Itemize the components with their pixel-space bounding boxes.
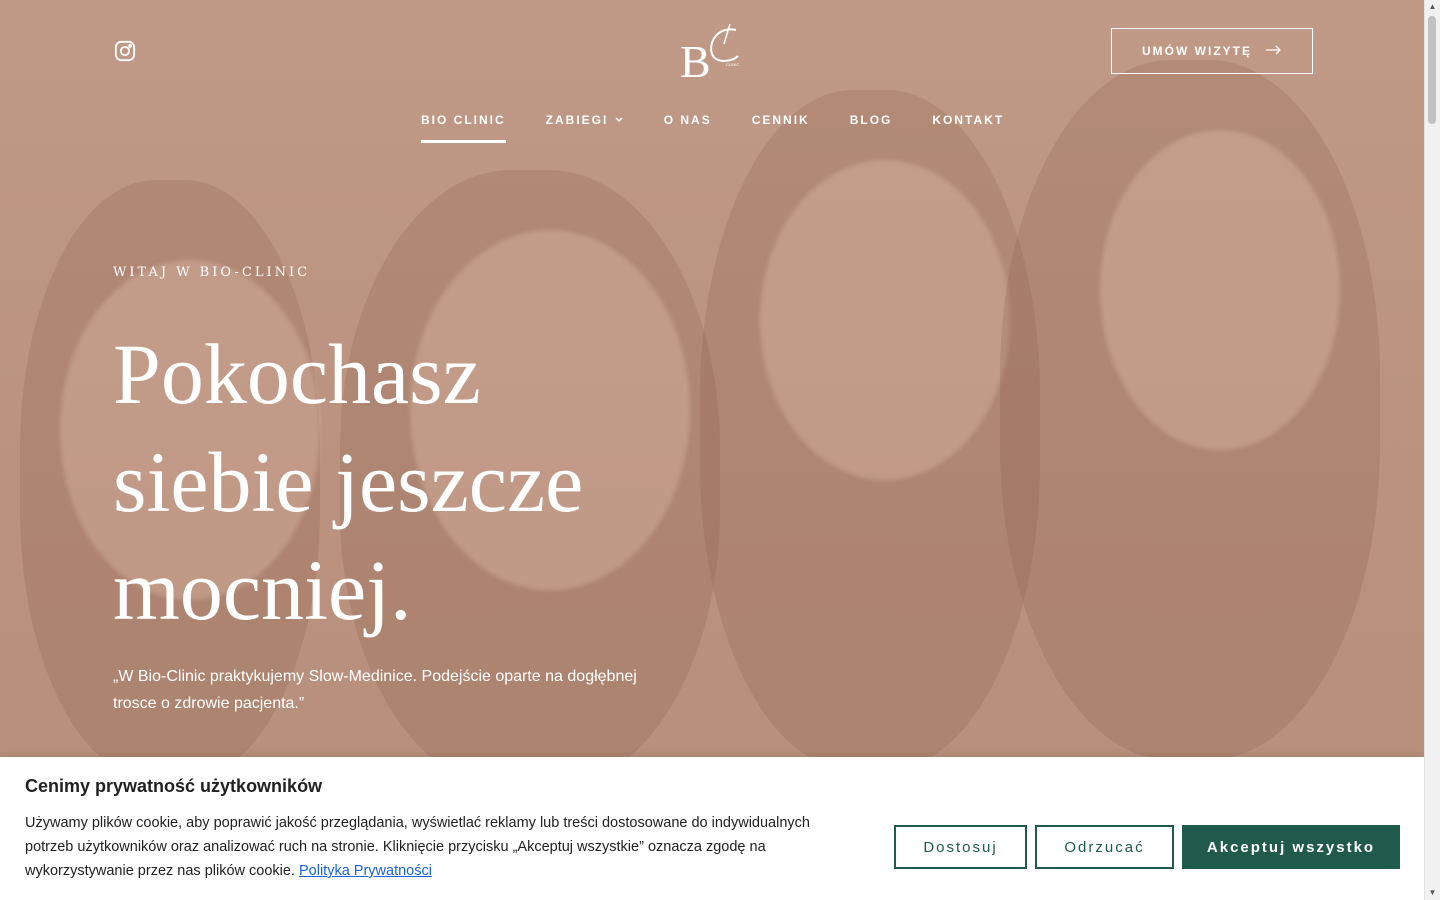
scroll-down-icon[interactable]: ▼	[1425, 886, 1440, 900]
privacy-policy-link[interactable]: Polityka Prywatności	[299, 863, 432, 879]
hero-headline: Pokochasz siebie jeszcze mocniej.	[113, 320, 753, 644]
cookie-text: Używamy plików cookie, aby poprawić jako…	[25, 811, 865, 883]
arrow-right-icon	[1265, 44, 1282, 58]
scroll-up-icon[interactable]: ▲	[1425, 0, 1440, 14]
headline-line: mocniej.	[113, 542, 412, 638]
cookie-text-line: Używamy plików cookie, aby poprawić jako…	[25, 815, 810, 831]
reject-button[interactable]: Odrzucać	[1035, 825, 1174, 869]
svg-text:B: B	[680, 36, 711, 82]
quote-line: „W Bio-Clinic praktykujemy Slow-Medinice…	[113, 668, 637, 685]
svg-text:CLINIC: CLINIC	[726, 62, 739, 67]
headline-line: Pokochasz	[113, 326, 481, 422]
book-visit-button[interactable]: UMÓW WIZYTĘ	[1111, 28, 1313, 74]
nav-item-cennik[interactable]: CENNIK	[752, 113, 810, 143]
photo-shape	[760, 160, 1010, 480]
hero-eyebrow: WITAJ W BIO-CLINIC	[113, 265, 311, 280]
nav-item-zabiegi[interactable]: ZABIEGI	[546, 113, 624, 143]
nav-item-kontakt[interactable]: KONTAKT	[932, 113, 1004, 143]
book-visit-label: UMÓW WIZYTĘ	[1142, 44, 1252, 58]
nav-item-bio-clinic[interactable]: BIO CLINIC	[421, 113, 506, 143]
chevron-down-icon	[614, 113, 624, 127]
cookie-text-line: potrzeb użytkowników oraz analizować ruc…	[25, 839, 766, 855]
instagram-icon[interactable]	[114, 40, 136, 62]
nav-item-o-nas[interactable]: O NAS	[664, 113, 712, 143]
cookie-title: Cenimy prywatność użytkowników	[25, 776, 323, 796]
accept-all-button[interactable]: Akceptuj wszystko	[1182, 825, 1400, 869]
nav-item-label: ZABIEGI	[545, 113, 609, 127]
cookie-banner: Cenimy prywatność użytkowników Używamy p…	[0, 757, 1425, 900]
bc-logo[interactable]: B CLINIC	[678, 22, 748, 87]
customize-button[interactable]: Dostosuj	[894, 825, 1027, 869]
photo-shape	[1100, 130, 1340, 450]
hero-quote: „W Bio-Clinic praktykujemy Slow-Medinice…	[113, 663, 713, 717]
quote-line: trosce o zdrowie pacjenta.”	[113, 695, 305, 712]
headline-line: siebie jeszcze	[113, 434, 584, 530]
cookie-text-line: wykorzystywanie przez nas plików cookie.	[25, 863, 295, 879]
page-scrollbar[interactable]: ▲ ▼	[1424, 0, 1440, 900]
main-nav: BIO CLINIC ZABIEGI O NAS CENNIK BLOG KON…	[421, 113, 1044, 143]
nav-item-blog[interactable]: BLOG	[850, 113, 893, 143]
scrollbar-thumb[interactable]	[1428, 16, 1436, 124]
